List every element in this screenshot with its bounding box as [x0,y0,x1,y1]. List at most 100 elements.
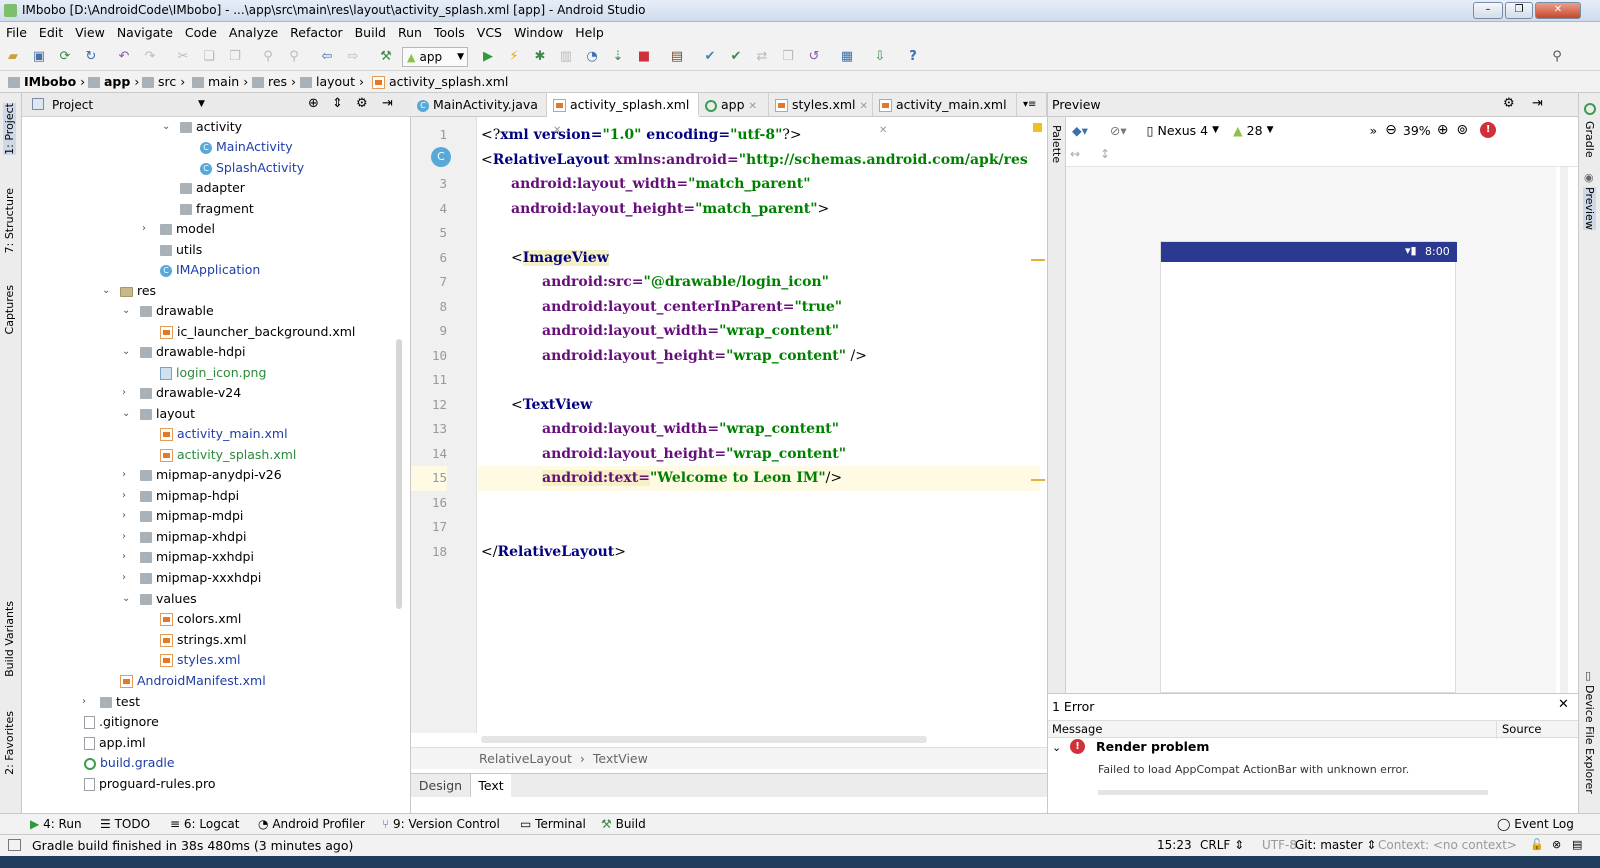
caret-position[interactable]: 15:23 [1157,838,1192,852]
close-button[interactable]: ✕ [1535,2,1581,19]
collapsed-arrow-icon[interactable]: › [142,223,154,234]
undo-icon[interactable]: ↶ [115,48,133,66]
version-control-tool-button[interactable]: ⑂ 9: Version Control [382,817,500,831]
expand-arrow-icon[interactable]: ⌄ [122,346,134,357]
tree-item-mipmap-xhdpi[interactable]: mipmap-xhdpi [140,527,247,547]
tree-item-drawable[interactable]: drawable [140,301,214,321]
expand-arrow-icon[interactable]: ⌄ [1052,741,1061,754]
line-separator[interactable]: CRLF ⇕ [1200,838,1244,852]
api-level-select[interactable]: 28 [1247,123,1263,138]
terminal-tool-button[interactable]: ▭ Terminal [520,817,586,831]
tree-item-build-gradle[interactable]: build.gradle [84,753,175,773]
tab-text[interactable]: Text [471,774,511,797]
tree-item-values[interactable]: values [140,589,197,609]
menu-analyze[interactable]: Analyze [223,22,284,43]
open-folder-icon[interactable]: ▰ [4,48,22,66]
tree-item-app-iml[interactable]: app.iml [84,733,146,753]
panel-toggle-icon[interactable] [8,839,21,851]
copy-icon[interactable]: ❏ [200,48,218,66]
make-hammer-icon[interactable]: ⚒ [377,48,395,66]
replace-icon[interactable]: ⚲ [285,48,303,66]
design-surface-icon[interactable]: ◆▾ [1072,123,1088,138]
zoom-out-icon[interactable]: ⊖ [1385,122,1397,138]
stop-icon[interactable]: ■ [635,48,653,66]
memory-icon[interactable]: ▤ [1572,838,1582,851]
tree-item-mipmap-xxhdpi[interactable]: mipmap-xxhdpi [140,547,254,567]
tab-design[interactable]: Design [411,774,471,797]
zoom-in-icon[interactable]: ⊕ [1437,122,1449,138]
tree-item-android-manifest[interactable]: AndroidManifest.xml [120,671,266,691]
menu-edit[interactable]: Edit [33,22,69,43]
collapse-icon[interactable]: ⇕ [332,96,343,111]
save-icon[interactable]: ▣ [30,48,48,66]
maximize-button[interactable]: ❐ [1505,2,1533,19]
event-log-tool-button[interactable]: ◯ Event Log [1497,817,1574,831]
horizontal-resize-icon[interactable]: ↔ [1070,147,1080,161]
expand-arrow-icon[interactable]: ⌄ [102,285,114,296]
apply-changes-icon[interactable]: ⚡ [505,48,523,66]
todo-tool-button[interactable]: ☰ TODO [100,817,150,831]
breadcrumb-res[interactable]: res › [252,74,296,89]
breadcrumb-src[interactable]: src › [142,74,185,89]
structure-tool-tab[interactable]: 7: Structure [3,188,16,253]
error-title[interactable]: Render problem [1096,739,1209,754]
build-tool-button[interactable]: ⚒ Build [601,817,646,831]
gear-icon[interactable]: ⚙ [356,96,368,111]
forward-icon[interactable]: ⇨ [344,48,362,66]
vcs-commit-icon[interactable]: ✔ [727,48,745,66]
tree-item-styles-xml[interactable]: styles.xml [160,650,241,670]
tree-item-mipmap-mdpi[interactable]: mipmap-mdpi [140,506,243,526]
tree-item-mipmap-anydpi-v26[interactable]: mipmap-anydpi-v26 [140,465,282,485]
code-area[interactable]: <?xml version="1.0" encoding="utf-8"?> <… [411,117,1047,733]
error-stripe-mark[interactable] [1031,479,1045,481]
menu-help[interactable]: Help [569,22,610,43]
close-tab-icon[interactable]: ✕ [860,101,868,112]
error-stripe-mark[interactable] [1031,259,1045,261]
tab-list-button[interactable]: ▾≡ [1017,93,1047,117]
hide-icon[interactable]: ⇥ [382,96,393,111]
tree-item-utils[interactable]: utils [160,240,202,260]
run-icon[interactable]: ▶ [479,48,497,66]
error-scrollbar[interactable] [1098,790,1488,795]
menu-run[interactable]: Run [392,22,428,43]
preview-vscroll[interactable] [1560,167,1568,693]
close-tab-icon[interactable]: ✕ [749,101,757,112]
tree-item-gitignore[interactable]: .gitignore [84,712,159,732]
collapsed-arrow-icon[interactable]: › [122,490,134,501]
menu-refactor[interactable]: Refactor [284,22,348,43]
orientation-icon[interactable]: ⊘▾ [1110,123,1127,138]
menu-navigate[interactable]: Navigate [111,22,179,43]
breadcrumb-layout[interactable]: layout › [300,74,364,89]
menu-window[interactable]: Window [508,22,569,43]
menu-view[interactable]: View [69,22,111,43]
project-panel-title[interactable]: Project [52,98,93,112]
captures-tool-tab[interactable]: Captures [3,285,16,334]
logcat-tool-button[interactable]: ≡ 6: Logcat [170,817,239,831]
tree-item-mipmap-hdpi[interactable]: mipmap-hdpi [140,486,239,506]
preview-tool-tab[interactable]: Preview [1583,187,1596,230]
vcs-compare-icon[interactable]: ⇄ [753,48,771,66]
tree-item-imapplication[interactable]: C IMApplication [160,260,260,280]
target-icon[interactable]: ⊕ [308,96,319,111]
editor-crumb-textview[interactable]: TextView [593,751,648,766]
menu-file[interactable]: File [0,22,33,43]
tree-item-fragment[interactable]: fragment [180,199,254,219]
file-encoding[interactable]: UTF-8 [1262,838,1297,852]
favorites-tool-tab[interactable]: 2: Favorites [3,711,16,775]
gear-icon[interactable]: ⚙ [1503,96,1515,111]
run-config-select[interactable]: ▲ app ▼ [402,47,468,67]
tree-item-activity[interactable]: activity [180,117,242,137]
tree-item-mipmap-xxxhdpi[interactable]: mipmap-xxxhdpi [140,568,261,588]
profile-icon[interactable]: ◔ [583,48,601,66]
tree-item-splashactivity[interactable]: C SplashActivity [200,158,304,178]
tree-item-adapter[interactable]: adapter [180,178,245,198]
expand-arrow-icon[interactable]: ⌄ [122,408,134,419]
error-badge-icon[interactable]: ! [1480,122,1497,138]
lock-icon[interactable]: 🔓 [1530,838,1544,851]
editor-crumb-relativelayout[interactable]: RelativeLayout [479,751,572,766]
paste-icon[interactable]: ❐ [226,48,244,66]
avd-manager-icon[interactable]: ▤ [668,48,686,66]
chevron-down-icon[interactable]: ▼ [198,99,205,109]
menu-build[interactable]: Build [349,22,392,43]
hide-icon[interactable]: ⇥ [1532,96,1543,111]
